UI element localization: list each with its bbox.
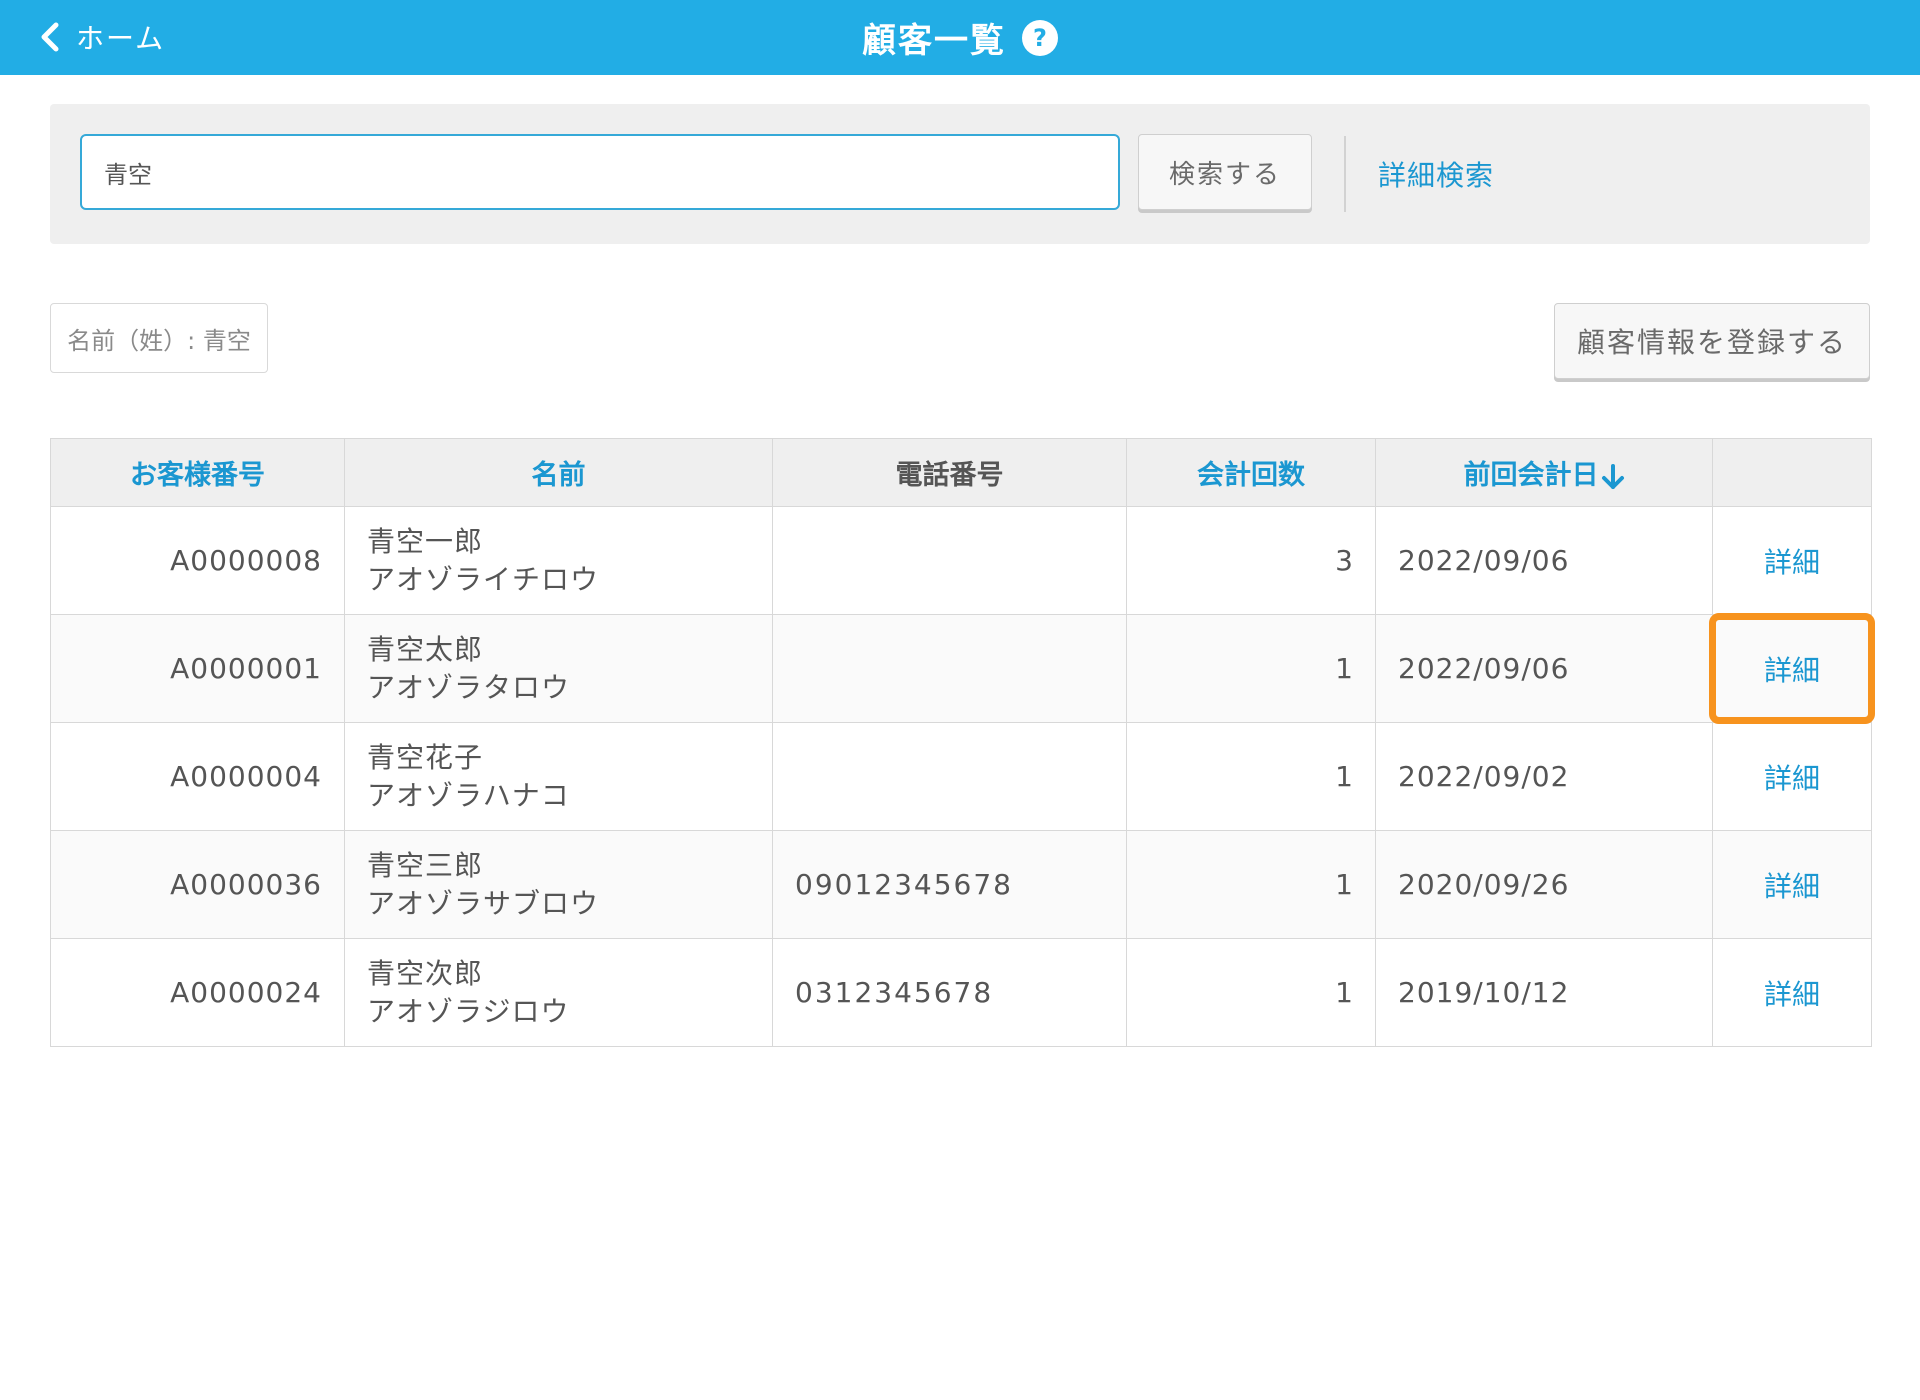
- customer-name-cell: 青空一郎アオゾライチロウ: [344, 506, 773, 615]
- customer-name-cell: 青空次郎アオゾラジロウ: [344, 938, 773, 1047]
- customer-name: 青空花子: [367, 740, 484, 774]
- chevron-left-icon: [41, 22, 59, 52]
- customer-name-cell: 青空花子アオゾラハナコ: [344, 722, 773, 831]
- last-visit-date: 2020/09/26: [1375, 830, 1713, 939]
- last-visit-date: 2019/10/12: [1375, 938, 1713, 1047]
- visit-count: 1: [1126, 722, 1376, 831]
- col-header-last-visit-label: 前回会計日: [1463, 460, 1599, 491]
- action-cell: 詳細: [1712, 722, 1872, 831]
- customer-name: 青空次郎: [367, 956, 484, 990]
- customer-phone: [772, 722, 1127, 831]
- col-header-name[interactable]: 名前: [344, 438, 773, 507]
- customer-kana: アオゾラジロウ: [367, 994, 570, 1028]
- table-row: A0000036 青空三郎アオゾラサブロウ 09012345678 1 2020…: [50, 830, 1872, 939]
- customer-number: A0000024: [50, 938, 345, 1047]
- table-row: A0000004 青空花子アオゾラハナコ 1 2022/09/02 詳細: [50, 722, 1872, 831]
- table-row: A0000001 青空太郎アオゾラタロウ 1 2022/09/06 詳細: [50, 613, 1875, 724]
- table-row: A0000008 青空一郎アオゾライチロウ 3 2022/09/06 詳細: [50, 506, 1872, 615]
- sort-down-arrow-icon: [1601, 463, 1624, 489]
- col-header-customer-number[interactable]: お客様番号: [50, 438, 345, 507]
- col-header-visit-count[interactable]: 会計回数: [1126, 438, 1376, 507]
- visit-count: 1: [1126, 938, 1376, 1047]
- col-header-last-visit-date[interactable]: 前回会計日: [1375, 438, 1713, 507]
- customer-phone: [772, 614, 1127, 723]
- detail-link[interactable]: 詳細: [1764, 870, 1820, 903]
- visit-count: 1: [1126, 614, 1376, 723]
- customer-phone: 0312345678: [772, 938, 1127, 1047]
- customer-kana: アオゾライチロウ: [367, 562, 600, 596]
- customer-kana: アオゾラタロウ: [367, 670, 571, 704]
- customer-table: お客様番号 名前 電話番号 会計回数 前回会計日 A0000008 青空一郎アオ…: [50, 438, 1875, 1047]
- customer-number: A0000004: [50, 722, 345, 831]
- customer-name: 青空三郎: [367, 848, 484, 882]
- back-label: ホーム: [76, 22, 166, 55]
- table-header-row: お客様番号 名前 電話番号 会計回数 前回会計日: [50, 438, 1872, 507]
- detail-link[interactable]: 詳細: [1764, 762, 1820, 795]
- last-visit-date: 2022/09/06: [1375, 506, 1713, 615]
- customer-phone: [772, 506, 1127, 615]
- customer-name-cell: 青空三郎アオゾラサブロウ: [344, 830, 773, 939]
- filter-chip: 名前（姓）: 青空: [50, 303, 268, 373]
- visit-count: 3: [1126, 506, 1376, 615]
- customer-kana: アオゾラサブロウ: [367, 886, 600, 920]
- advanced-search-link[interactable]: 詳細検索: [1378, 154, 1494, 194]
- title-area: 顧客一覧 ?: [0, 0, 1920, 75]
- detail-link[interactable]: 詳細: [1764, 978, 1820, 1011]
- customer-number: A0000001: [50, 614, 345, 723]
- detail-link[interactable]: 詳細: [1764, 546, 1820, 579]
- customer-phone: 09012345678: [772, 830, 1127, 939]
- action-cell: 詳細: [1712, 506, 1872, 615]
- visit-count: 1: [1126, 830, 1376, 939]
- action-cell: 詳細: [1712, 830, 1872, 939]
- customer-number: A0000036: [50, 830, 345, 939]
- col-header-actions: [1712, 438, 1872, 507]
- customer-name: 青空太郎: [367, 632, 484, 666]
- action-cell: 詳細: [1712, 938, 1872, 1047]
- table-row: A0000024 青空次郎アオゾラジロウ 0312345678 1 2019/1…: [50, 938, 1872, 1047]
- page-title: 顧客一覧: [862, 21, 1006, 61]
- search-button[interactable]: 検索する: [1138, 134, 1312, 210]
- last-visit-date: 2022/09/02: [1375, 722, 1713, 831]
- help-icon[interactable]: ?: [1022, 19, 1058, 56]
- customer-name: 青空一郎: [367, 524, 484, 558]
- back-button[interactable]: ホーム: [38, 14, 165, 60]
- last-visit-date: 2022/09/06: [1375, 614, 1713, 723]
- col-header-phone: 電話番号: [772, 438, 1127, 507]
- detail-link[interactable]: 詳細: [1764, 654, 1820, 687]
- customer-name-cell: 青空太郎アオゾラタロウ: [344, 614, 773, 723]
- customer-number: A0000008: [50, 506, 345, 615]
- register-customer-button[interactable]: 顧客情報を登録する: [1554, 303, 1870, 379]
- search-panel: 検索する 詳細検索: [50, 104, 1870, 244]
- top-bar: 顧客一覧 ? ホーム: [0, 0, 1920, 75]
- action-cell: 詳細: [1709, 613, 1875, 724]
- divider: [1344, 136, 1346, 212]
- customer-kana: アオゾラハナコ: [367, 778, 570, 812]
- search-input[interactable]: [80, 134, 1120, 210]
